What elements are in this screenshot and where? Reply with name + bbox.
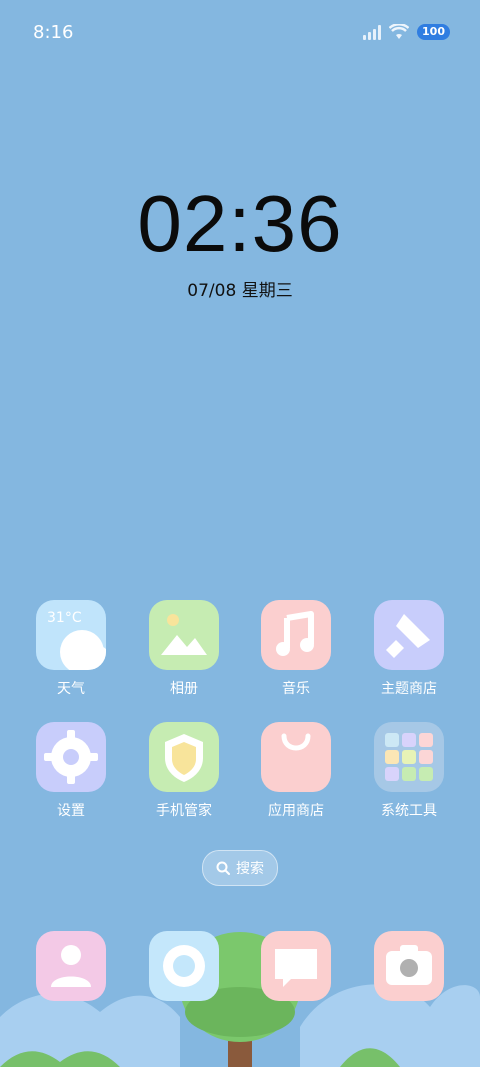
gear-icon [36,722,106,792]
app-gallery[interactable]: 相册 [134,600,234,698]
app-label: 系统工具 [381,803,437,819]
date-label: 07/08 星期三 [187,281,293,301]
dock-camera[interactable] [359,931,459,1001]
app-label: 设置 [57,803,85,819]
dock-messages[interactable] [246,931,346,1001]
wifi-icon [389,24,410,39]
dock-browser[interactable] [134,931,234,1001]
app-weather[interactable]: 31°C 天气 [21,600,121,698]
app-label: 音乐 [282,681,310,697]
weather-icon: 31°C [36,600,106,670]
app-settings[interactable]: 设置 [21,722,121,820]
folder-system-tools[interactable]: 系统工具 [359,722,459,820]
status-icons: 100 [363,24,450,40]
app-theme-store[interactable]: 主题商店 [359,600,459,698]
contacts-icon [36,931,106,1001]
music-icon [261,600,331,670]
search-label: 搜索 [236,861,264,877]
search-icon [216,861,230,875]
app-label: 相册 [170,681,198,697]
folder-icon [374,722,444,792]
gallery-icon [149,600,219,670]
camera-icon [374,931,444,1001]
app-label: 应用商店 [268,803,324,819]
app-security[interactable]: 手机管家 [134,722,234,820]
message-icon [261,931,331,1001]
signal-icon [363,24,382,40]
battery-indicator: 100 [417,24,450,40]
lock-clock[interactable]: 02:36 [0,178,480,270]
app-app-store[interactable]: 应用商店 [246,722,346,820]
app-label: 手机管家 [156,803,212,819]
shield-icon [149,722,219,792]
browser-icon [149,931,219,1001]
app-music[interactable]: 音乐 [246,600,346,698]
shopping-bag-icon [261,722,331,792]
dock-contacts[interactable] [21,931,121,1001]
search-button[interactable]: 搜索 [202,850,278,886]
app-label: 天气 [57,681,85,697]
app-label: 主题商店 [381,681,437,697]
brush-icon [374,600,444,670]
status-time: 8:16 [33,22,74,43]
